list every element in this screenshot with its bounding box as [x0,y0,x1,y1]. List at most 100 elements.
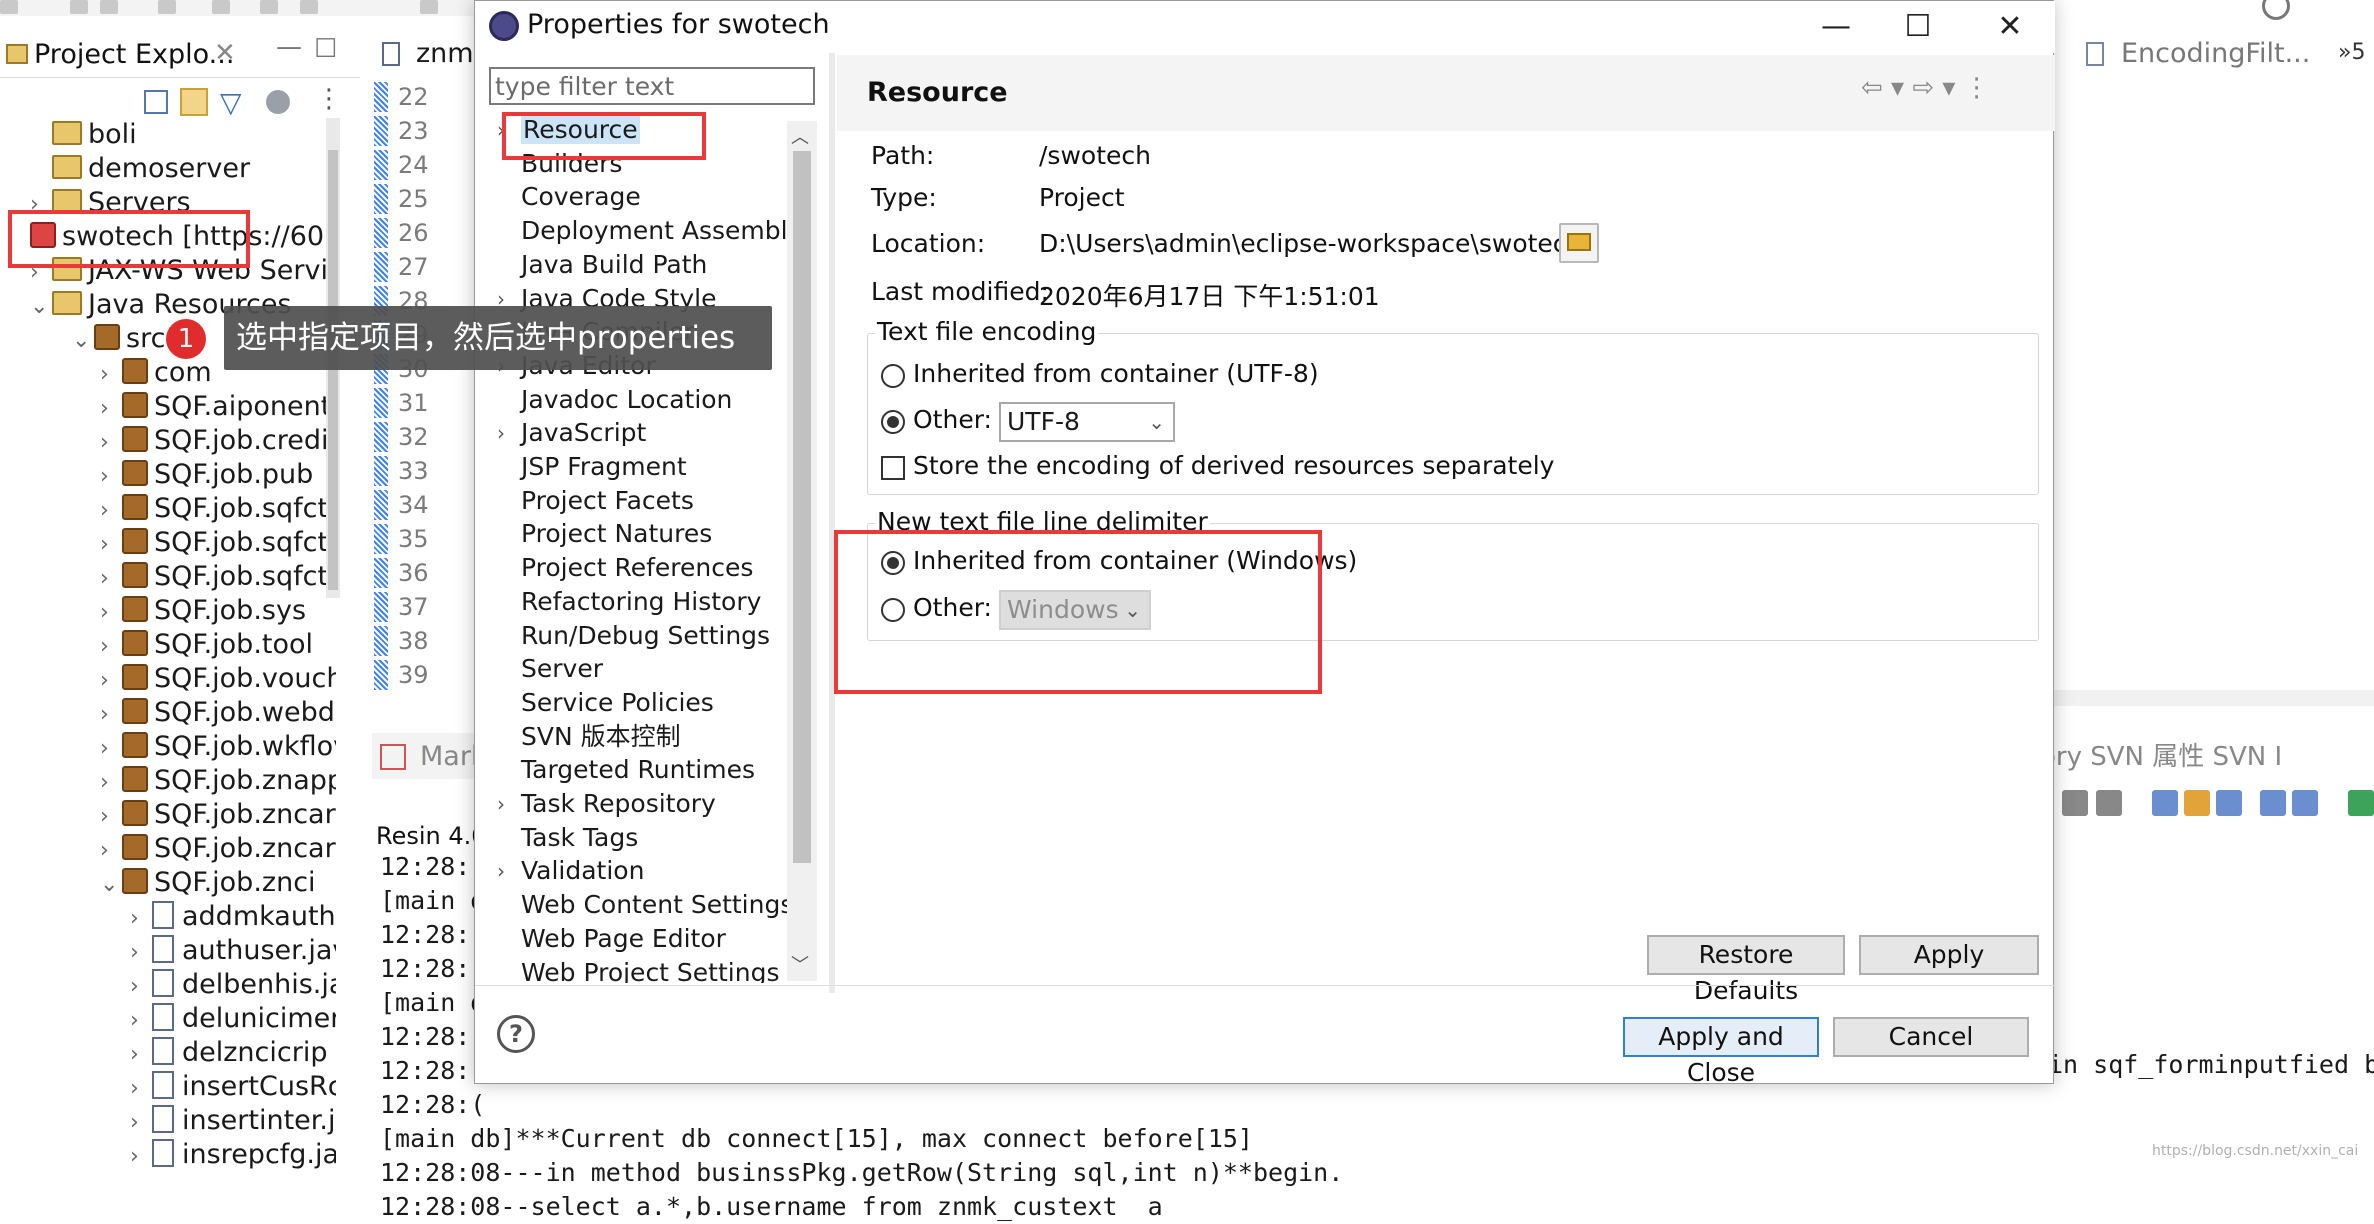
chevron-right-icon[interactable]: › [100,358,122,392]
show-console-icon[interactable] [2216,790,2242,816]
nav-item[interactable]: Project Facets [489,484,799,518]
scroll-up-icon[interactable]: ︿ [791,123,809,149]
chevron-right-icon[interactable]: › [130,1072,152,1106]
nav-item[interactable]: Service Policies [489,686,799,720]
nav-item[interactable]: Web Content Settings [489,888,799,922]
chevron-right-icon[interactable]: › [100,630,122,664]
link-editor-icon[interactable] [180,88,208,116]
tree-item[interactable]: › SQF.job.zncar. [100,798,336,832]
chevron-right-icon[interactable]: › [100,766,122,800]
chevron-right-icon[interactable]: › [100,596,122,630]
nav-item[interactable]: Project Natures [489,517,799,551]
history-navigation[interactable]: ⇦ ▾ ⇨ ▾ ⋮ [1861,73,1990,103]
nav-item[interactable]: Targeted Runtimes [489,753,799,787]
chevron-down-icon[interactable]: ⌄ [100,868,122,902]
close-button[interactable]: ✕ [1965,1,2055,53]
chevron-right-icon[interactable]: › [100,664,122,698]
chevron-right-icon[interactable]: › [130,936,152,970]
chevron-right-icon[interactable]: › [130,1106,152,1140]
search-toolbar-icon[interactable] [212,0,230,14]
maximize-view-icon[interactable]: ☐ [314,34,337,64]
minimize-view-icon[interactable]: — [276,32,302,62]
encoding-inherited-radio[interactable] [881,364,905,388]
chevron-right-icon[interactable]: › [100,494,122,528]
chevron-right-icon[interactable]: › [130,1140,152,1169]
nav-item[interactable]: Refactoring History [489,585,799,619]
tree-item[interactable]: ⌄ src [72,322,165,356]
filter-input[interactable] [489,67,815,105]
dialog-sash[interactable] [829,53,835,993]
filter-icon[interactable]: ▽ [220,86,242,119]
chevron-right-icon[interactable]: › [100,528,122,562]
tree-item[interactable]: › delzncicrip [130,1036,327,1070]
chevron-right-icon[interactable]: › [100,834,122,868]
run-icon[interactable] [260,0,278,14]
chevron-right-icon[interactable]: › [100,732,122,766]
nav-item[interactable]: SVN 版本控制 [489,720,799,754]
tree-item[interactable]: › SQF.job.tool [100,628,313,662]
tree-item[interactable]: › SQF.job.zncar. [100,832,336,866]
tree-item[interactable]: demoserver [30,152,250,186]
debug-icon[interactable] [300,0,318,14]
close-icon[interactable]: ✕ [214,38,236,68]
chevron-right-icon[interactable]: › [100,460,122,494]
cancel-button[interactable]: Cancel [1833,1017,2029,1057]
store-encoding-checkbox[interactable] [881,456,905,480]
chevron-right-icon[interactable]: › [497,787,505,821]
nav-item[interactable]: Web Page Editor [489,922,799,956]
nav-item[interactable]: Task Tags [489,821,799,855]
tree-item[interactable]: ⌄ SQF.job.znci [100,866,316,900]
tree-item[interactable]: › authuser.jav [130,934,336,968]
tree-item[interactable]: › insertinter.j [130,1104,336,1138]
minimize-button[interactable]: — [1791,1,1881,53]
pin-console-icon[interactable] [2260,790,2286,816]
chevron-right-icon[interactable]: › [130,902,152,936]
tree-item[interactable]: › delbenhis.ja [130,968,336,1002]
nav-item[interactable]: Coverage [489,180,799,214]
encoding-other-radio[interactable] [881,410,905,434]
apply-and-close-button[interactable]: Apply and Close [1623,1017,1819,1087]
chevron-right-icon[interactable]: › [100,562,122,596]
chevron-right-icon[interactable]: › [100,698,122,732]
nav-item[interactable]: › Validation [489,854,799,888]
chevron-down-icon[interactable]: ⌄ [72,324,94,358]
chevron-right-icon[interactable]: › [100,800,122,834]
maximize-button[interactable]: ☐ [1873,1,1963,53]
tree-item[interactable]: › SQF.job.pub [100,458,313,492]
nav-item[interactable]: Server [489,652,799,686]
tree-item[interactable]: › SQF.job.credit [100,424,336,458]
remove-all-icon[interactable] [2096,790,2122,816]
tree-item[interactable]: › SQF.job.vouch [100,662,336,696]
nav-item[interactable]: Java Build Path [489,248,799,282]
save-all-icon[interactable] [100,0,118,14]
editor-horizontal-scrollbar[interactable] [2052,690,2374,706]
chevron-right-icon[interactable]: › [130,970,152,1004]
save-icon[interactable] [70,0,88,14]
tree-item[interactable]: › SQF.job.znapp [100,764,336,798]
scroll-down-icon[interactable]: ﹀ [791,951,809,977]
restore-defaults-button[interactable]: Restore Defaults [1647,935,1845,1005]
refresh-icon[interactable] [420,0,438,14]
new-icon[interactable] [0,0,18,14]
tree-item[interactable]: › insertCusRc [130,1070,336,1104]
tree-item[interactable]: › SQF.job.sqfctl. [100,560,336,594]
tree-item[interactable]: › delunicimer [130,1002,336,1036]
focus-icon[interactable] [266,90,290,114]
scrollbar-thumb[interactable] [328,150,338,590]
search-icon[interactable] [2262,0,2290,20]
scroll-lock-icon[interactable] [2184,790,2210,816]
chevron-right-icon[interactable]: › [130,1004,152,1038]
open-console-icon[interactable] [2348,790,2374,816]
help-icon[interactable]: ? [497,1015,535,1053]
nav-item[interactable]: Web Project Settings [489,956,799,984]
terminal-icon[interactable] [158,0,176,14]
tree-item[interactable]: › insrepcfg.ja [130,1138,336,1169]
encoding-filter-tab[interactable]: EncodingFilt... [2075,32,2335,78]
chevron-right-icon[interactable]: › [497,854,505,888]
nav-scrollbar-thumb[interactable] [793,151,811,863]
tree-item[interactable]: › SQF.job.wkflov [100,730,336,764]
nav-item[interactable]: › Task Repository [489,787,799,821]
tree-item[interactable]: › SQF.aiponent [100,390,331,424]
word-wrap-icon[interactable] [2152,790,2178,816]
view-menu-icon[interactable]: ⋮ [316,84,342,114]
